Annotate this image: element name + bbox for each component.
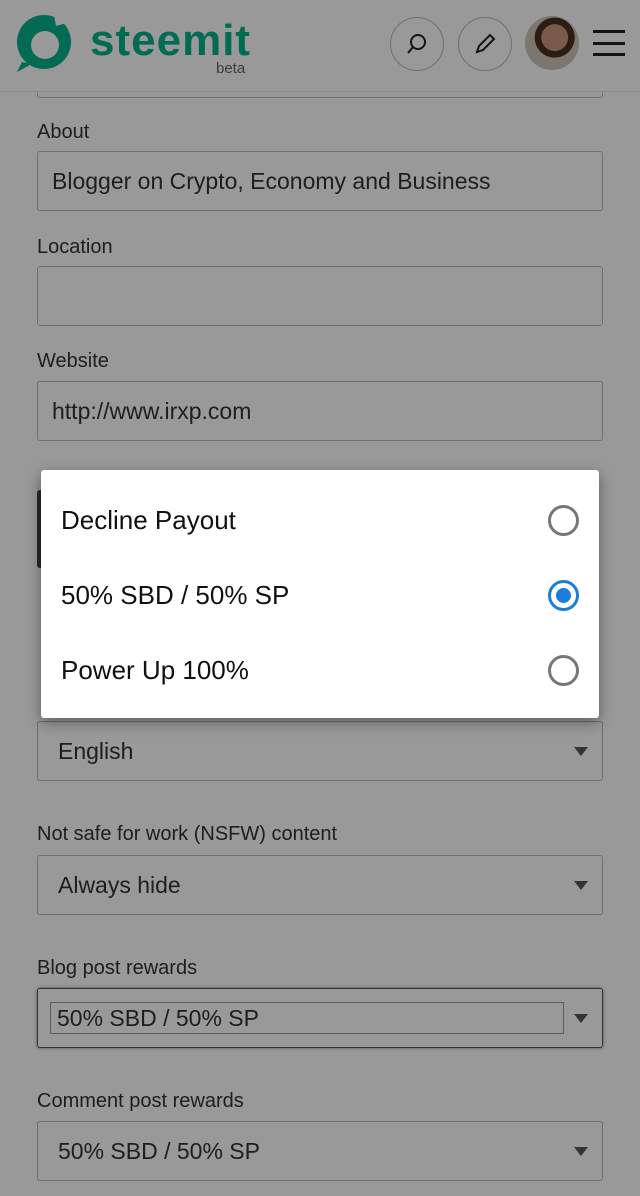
option-50-sbd-50-sp[interactable]: 50% SBD / 50% SP [41,558,599,633]
rewards-options-dialog: Decline Payout 50% SBD / 50% SP Power Up… [41,470,599,718]
radio-unchecked-icon[interactable] [548,505,579,536]
option-label: 50% SBD / 50% SP [61,580,290,610]
radio-unchecked-icon[interactable] [548,655,579,686]
radio-checked-icon[interactable] [548,580,579,611]
option-decline-payout[interactable]: Decline Payout [41,483,599,558]
option-label: Power Up 100% [61,655,249,685]
option-label: Decline Payout [61,505,236,535]
option-power-up-100[interactable]: Power Up 100% [41,633,599,708]
